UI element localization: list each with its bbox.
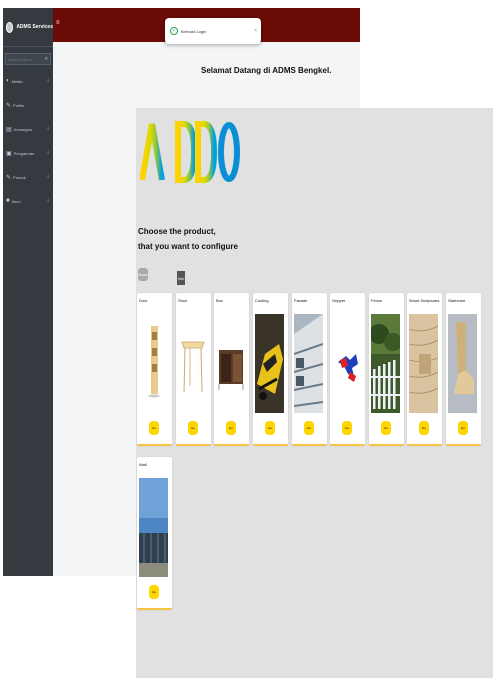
product-title: Wall: [139, 462, 147, 467]
sidebar-item-label: Produk: [13, 174, 26, 180]
product-title: Gripper: [332, 298, 346, 303]
product-card-stool[interactable]: Stool Go: [176, 293, 211, 446]
close-icon[interactable]: ×: [254, 28, 257, 34]
configure-button[interactable]: Go: [458, 421, 468, 435]
login-toast: ✓ Berhasil Login ×: [165, 18, 261, 44]
brand-name: ADMS Services: [16, 24, 53, 30]
sidebar-item-label: Profile: [13, 102, 25, 108]
aidddo-logo: [140, 121, 240, 183]
product-card-door[interactable]: Door Go: [137, 293, 172, 446]
product-card-starhome[interactable]: Starhome Go: [446, 293, 481, 446]
sidebar-item-pengaturan[interactable]: ▣ Pengaturan ‹: [3, 141, 53, 165]
sidebar-item-akun[interactable]: ■ Akun ‹: [3, 189, 53, 213]
configure-button[interactable]: Go: [304, 421, 314, 435]
gripper-icon: [332, 314, 361, 413]
welcome-heading: Selamat Datang di ADMS Bengkel.: [201, 66, 332, 75]
sidebar-item-produk[interactable]: ✎ Produk ‹: [3, 165, 53, 189]
product-title: Starhome: [448, 298, 466, 303]
configure-button[interactable]: Go: [188, 421, 198, 435]
choose-heading: Choose the product, that you want to con…: [138, 224, 238, 254]
box-icon: ✎: [6, 174, 12, 181]
stair-icon: [448, 314, 477, 413]
choose-line-1: Choose the product,: [138, 227, 216, 236]
product-card-cooling[interactable]: Cooling Go: [253, 293, 288, 446]
gauge-icon: ◐: [6, 78, 10, 84]
configure-button[interactable]: Go: [265, 421, 275, 435]
door-icon: [139, 314, 168, 413]
building-icon: [294, 314, 323, 413]
configurator-window: Choose the product, that you want to con…: [136, 108, 493, 678]
chevron-left-icon: ‹: [47, 198, 49, 204]
product-title: Facade: [294, 298, 308, 303]
sidebar-search: ⌕: [5, 53, 51, 65]
sidebar-search-input[interactable]: [8, 56, 42, 62]
cabinet-icon: [216, 314, 245, 413]
sidebar-item-media[interactable]: ◐ Media ‹: [3, 69, 53, 93]
product-card-box[interactable]: Box Go: [214, 293, 249, 446]
configure-button[interactable]: Go: [419, 421, 429, 435]
chevron-left-icon: ‹: [47, 174, 49, 180]
admin-topbar: ≡ ✓ Berhasil Login ×: [53, 8, 360, 44]
choose-line-2: that you want to configure: [138, 242, 238, 251]
back-button[interactable]: Back: [138, 268, 148, 281]
sidebar-item-label: Pengaturan: [13, 150, 35, 156]
tooltip: Info: [177, 271, 185, 285]
toast-message: Berhasil Login: [181, 28, 207, 34]
product-title: Cooling: [255, 298, 269, 303]
fence-icon: [371, 314, 400, 413]
sidebar-item-keuangan[interactable]: ▤ Keuangan ‹: [3, 117, 53, 141]
table-icon: [178, 314, 207, 413]
brand-logo-icon: [6, 21, 14, 33]
sidebar-item-profile[interactable]: ✎ Profile: [3, 93, 53, 117]
product-title: Box: [216, 298, 223, 303]
wall-icon: [139, 478, 168, 577]
product-card-wall[interactable]: Wall Go: [137, 457, 172, 610]
sidebar-item-label: Media: [11, 78, 23, 84]
configure-button[interactable]: Go: [226, 421, 236, 435]
check-circle-icon: ✓: [170, 27, 178, 35]
sidebar-item-label: Akun: [11, 198, 21, 204]
chevron-left-icon: ‹: [47, 126, 49, 132]
configure-button[interactable]: Go: [381, 421, 391, 435]
product-card-gripper[interactable]: Gripper Go: [330, 293, 365, 446]
search-icon[interactable]: ⌕: [45, 56, 48, 63]
car-icon: [255, 314, 284, 413]
product-title: Fence: [371, 298, 383, 303]
admin-sidebar: ADMS Services ⌕ ◐ Media ‹ ✎ Profile ▤ Ke…: [3, 8, 53, 576]
configure-button[interactable]: Go: [149, 585, 159, 599]
product-title: Wood Sculptures: [409, 298, 440, 303]
configure-button[interactable]: Go: [149, 421, 159, 435]
cog-icon: ▣: [6, 150, 12, 157]
product-title: Stool: [178, 298, 188, 303]
account-icon: ■: [6, 198, 10, 204]
wood-icon: [409, 314, 438, 413]
sidebar-item-label: Keuangan: [13, 126, 32, 132]
chevron-left-icon: ‹: [47, 150, 49, 156]
product-title: Door: [139, 298, 148, 303]
chevron-left-icon: ‹: [47, 78, 49, 84]
configure-button[interactable]: Go: [342, 421, 352, 435]
brand[interactable]: ADMS Services: [3, 8, 53, 47]
chart-icon: ▤: [6, 126, 12, 133]
product-card-facade[interactable]: Facade Go: [292, 293, 327, 446]
product-card-wood-sculptures[interactable]: Wood Sculptures Go: [407, 293, 442, 446]
user-icon: ✎: [6, 102, 12, 109]
product-card-fence[interactable]: Fence Go: [369, 293, 404, 446]
menu-toggle-icon[interactable]: ≡: [56, 20, 60, 26]
